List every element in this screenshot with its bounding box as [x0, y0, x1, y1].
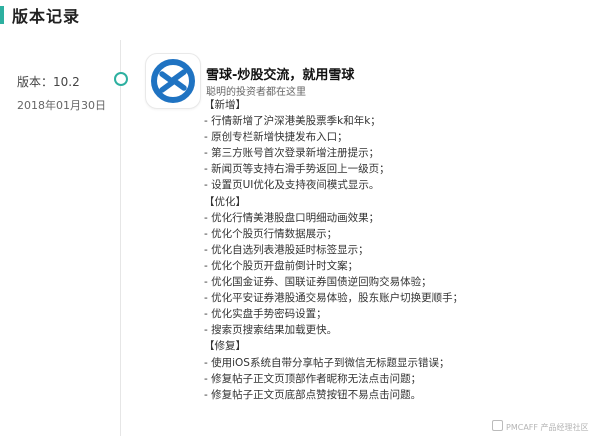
app-name[interactable]: 雪球-炒股交流，就用雪球	[206, 64, 354, 83]
watermark-text: PMCAFF 产品经理社区	[506, 423, 589, 432]
pmcaff-logo-icon	[492, 420, 503, 431]
release-note-line: - 设置页UI优化及支持夜间模式显示。	[204, 179, 380, 192]
release-note-line: - 使用iOS系统自带分享帖子到微信无标题显示错误；	[204, 356, 450, 369]
release-note-line: - 搜索页搜索结果加载更快。	[204, 324, 338, 337]
release-note-line: - 优化实盘手势密码设置；	[204, 308, 327, 321]
release-note-line: 【优化】	[204, 195, 246, 208]
app-slogan: 聪明的投资者都在这里	[206, 87, 306, 98]
release-note-line: - 修复帖子正文页底部点赞按钮不易点击问题。	[204, 388, 422, 401]
release-note-line: - 第三方账号首次登录新增注册提示；	[204, 147, 380, 160]
release-note-line: - 优化行情美港股盘口明细动画效果；	[204, 211, 380, 224]
release-note-line: - 优化个股页行情数据展示；	[204, 227, 338, 240]
section-header: 版本记录	[0, 0, 600, 34]
version-label: 版本：10.2	[17, 75, 80, 89]
release-note-line: - 新闻页等支持右滑手势返回上一级页；	[204, 163, 390, 176]
release-note-line: - 优化平安证券港股通交易体验，股东账户切换更顺手；	[204, 292, 464, 305]
page-title: 版本记录	[12, 7, 81, 26]
timeline-line	[120, 40, 121, 436]
release-note-line: - 优化自选列表港股延时标签显示；	[204, 243, 369, 256]
release-note-line: - 原创专栏新增快捷发布入口；	[204, 131, 348, 144]
timeline-dot	[114, 72, 128, 86]
release-date: 2018年01月30日	[17, 99, 106, 112]
release-note-line: - 优化个股页开盘前倒计时文案；	[204, 259, 359, 272]
watermark: PMCAFF 产品经理社区	[492, 420, 589, 434]
release-note-line: - 行情新增了沪深港美股票季k和年k；	[204, 115, 381, 128]
release-notes: 【新增】 - 行情新增了沪深港美股票季k和年k； - 原创专栏新增快捷发布入口；…	[204, 97, 594, 403]
release-note-line: - 修复帖子正文页顶部作者昵称无法点击问题；	[204, 372, 422, 385]
header-accent-bar	[0, 6, 4, 24]
xueqiu-logo-icon[interactable]	[145, 53, 201, 109]
release-note-line: - 优化国金证券、国联证券国债逆回购交易体验；	[204, 276, 432, 289]
release-note-line: 【修复】	[204, 340, 246, 353]
release-note-line: 【新增】	[204, 99, 246, 111]
